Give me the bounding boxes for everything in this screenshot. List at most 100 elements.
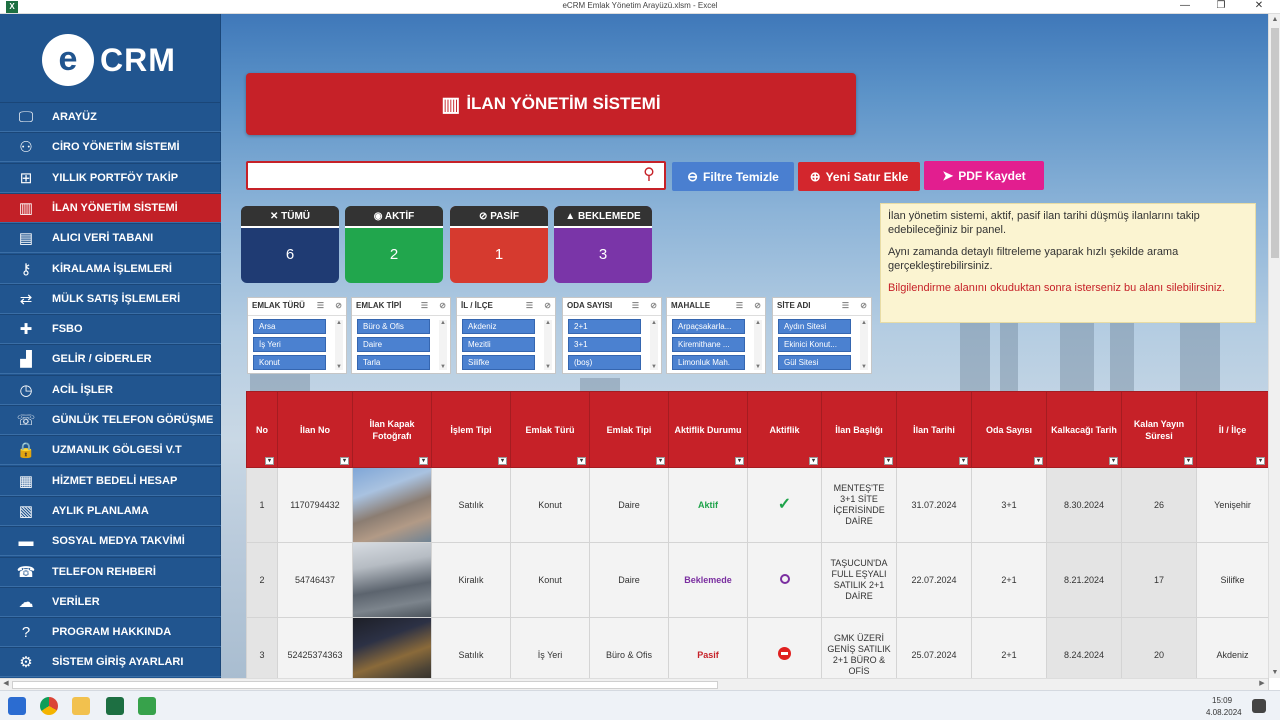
slicer-item[interactable]: Ekinici Konut... xyxy=(778,337,851,352)
clear-filter-icon[interactable]: ⊘ xyxy=(650,301,657,310)
filter-dropdown-icon[interactable]: ▾ xyxy=(884,457,893,465)
sidebar-item-12[interactable]: 🔒 UZMANLIK GÖLGESİ V.T xyxy=(0,435,221,466)
scroll-down-icon[interactable]: ▼ xyxy=(860,364,868,370)
multi-select-icon[interactable]: ☰ xyxy=(632,301,639,310)
cell-photo[interactable] xyxy=(352,542,432,618)
slicer-item[interactable]: Mezitli xyxy=(462,337,535,352)
scroll-down-icon[interactable]: ▼ xyxy=(1269,669,1280,676)
notification-icon[interactable] xyxy=(1252,699,1266,713)
slicer-scrollbar[interactable]: ▲ ▼ xyxy=(544,320,552,370)
cell-emlak-tipi[interactable]: Daire xyxy=(589,542,669,618)
sidebar-item-17[interactable]: ☁ VERİLER xyxy=(0,586,221,617)
sidebar-item-19[interactable]: ⚙ SİSTEM GİRİŞ AYARLARI xyxy=(0,647,221,678)
cell-emlak-turu[interactable]: Konut xyxy=(510,467,590,543)
cell-photo[interactable] xyxy=(352,467,432,543)
multi-select-icon[interactable]: ☰ xyxy=(526,301,533,310)
slicer-item[interactable]: İş Yeri xyxy=(253,337,326,352)
filter-dropdown-icon[interactable]: ▾ xyxy=(1256,457,1265,465)
multi-select-icon[interactable]: ☰ xyxy=(317,301,324,310)
save-pdf-button[interactable]: ➤ PDF Kaydet xyxy=(924,161,1044,190)
slicer-4[interactable]: ODA SAYISI ☰ ⊘ 2+1 3+1 (boş) ▲ ▼ xyxy=(562,297,662,374)
filter-dropdown-icon[interactable]: ▾ xyxy=(340,457,349,465)
slicer-item[interactable]: Arsa xyxy=(253,319,326,334)
filter-dropdown-icon[interactable]: ▾ xyxy=(265,457,274,465)
slicer-3[interactable]: İL / İLÇE ☰ ⊘ Akdeniz Mezitli Silifke ▲ ▼ xyxy=(456,297,556,374)
clear-filter-button[interactable]: ⊖ Filtre Temizle xyxy=(672,162,794,191)
slicer-scrollbar[interactable]: ▲ ▼ xyxy=(754,320,762,370)
slicer-6[interactable]: SİTE ADI ☰ ⊘ Aydın Sitesi Ekinici Konut... Gü… xyxy=(772,297,872,374)
slicer-item[interactable]: Tarla xyxy=(357,355,430,370)
status-card-2[interactable]: ◉ AKTİF 2 xyxy=(345,206,443,283)
add-row-button[interactable]: ⊕ Yeni Satır Ekle xyxy=(798,162,920,191)
cell-ilan-tarihi[interactable]: 22.07.2024 xyxy=(896,542,972,618)
cell-kalan-sure[interactable]: 17 xyxy=(1121,542,1197,618)
chrome-icon[interactable] xyxy=(40,697,58,715)
filter-dropdown-icon[interactable]: ▾ xyxy=(1034,457,1043,465)
search-box[interactable]: ⚲ xyxy=(246,161,666,190)
scroll-up-icon[interactable]: ▲ xyxy=(335,320,343,326)
scroll-down-icon[interactable]: ▼ xyxy=(544,364,552,370)
scroll-up-icon[interactable]: ▲ xyxy=(860,320,868,326)
cell-aktiflik-durumu[interactable]: Aktif xyxy=(668,467,748,543)
slicer-5[interactable]: MAHALLE ☰ ⊘ Arpaçsakarla... Kiremithane ... L… xyxy=(666,297,766,374)
table-row[interactable]: 1 1170794432 Satılık Konut Daire Aktif ✓ MENTEŞ… xyxy=(246,467,1269,543)
filter-dropdown-icon[interactable]: ▾ xyxy=(498,457,507,465)
clock-time[interactable]: 15:09 xyxy=(1212,696,1232,705)
clear-filter-icon[interactable]: ⊘ xyxy=(439,301,446,310)
clear-filter-icon[interactable]: ⊘ xyxy=(544,301,551,310)
slicer-item[interactable]: Kiremithane ... xyxy=(672,337,745,352)
scroll-down-icon[interactable]: ▼ xyxy=(650,364,658,370)
table-row[interactable]: 2 54746437 Kiralık Konut Daire Beklemede TAŞUC… xyxy=(246,542,1269,618)
scroll-down-icon[interactable]: ▼ xyxy=(335,364,343,370)
clear-filter-icon[interactable]: ⊘ xyxy=(860,301,867,310)
slicer-item[interactable]: Silifke xyxy=(462,355,535,370)
excel-taskbar-icon[interactable] xyxy=(106,697,124,715)
slicer-1[interactable]: EMLAK TÜRÜ ☰ ⊘ Arsa İş Yeri Konut ▲ ▼ xyxy=(247,297,347,374)
restore-button[interactable]: ❐ xyxy=(1208,0,1234,11)
scroll-up-icon[interactable]: ▲ xyxy=(650,320,658,326)
cell-emlak-tipi[interactable]: Daire xyxy=(589,467,669,543)
cell-no[interactable]: 1 xyxy=(246,467,278,543)
scroll-up-icon[interactable]: ▲ xyxy=(439,320,447,326)
slicer-item[interactable]: Gül Sitesi xyxy=(778,355,851,370)
filter-dropdown-icon[interactable]: ▾ xyxy=(1109,457,1118,465)
sidebar-item-9[interactable]: ▟ GELİR / GİDERLER xyxy=(0,344,221,375)
scroll-down-icon[interactable]: ▼ xyxy=(439,364,447,370)
sidebar-item-7[interactable]: ⇄ MÜLK SATIŞ İŞLEMLERİ xyxy=(0,283,221,314)
sidebar-item-16[interactable]: ☎ TELEFON REHBERİ xyxy=(0,556,221,587)
clear-filter-icon[interactable]: ⊘ xyxy=(335,301,342,310)
sidebar-item-5[interactable]: ▤ ALICI VERİ TABANI xyxy=(0,223,221,254)
filter-dropdown-icon[interactable]: ▾ xyxy=(1184,457,1193,465)
slicer-scrollbar[interactable]: ▲ ▼ xyxy=(335,320,343,370)
multi-select-icon[interactable]: ☰ xyxy=(421,301,428,310)
filter-dropdown-icon[interactable]: ▾ xyxy=(656,457,665,465)
cell-aktiflik[interactable]: ✓ xyxy=(747,467,822,543)
scroll-up-icon[interactable]: ▲ xyxy=(754,320,762,326)
scroll-right-icon[interactable]: ▶ xyxy=(1256,679,1268,687)
scroll-up-icon[interactable]: ▲ xyxy=(1269,16,1280,23)
status-card-3[interactable]: ⊘ PASİF 1 xyxy=(450,206,548,283)
cell-emlak-turu[interactable]: Konut xyxy=(510,542,590,618)
slicer-item[interactable]: (boş) xyxy=(568,355,641,370)
slicer-item[interactable]: Konut xyxy=(253,355,326,370)
horizontal-scrollbar[interactable]: ◀ ▶ xyxy=(0,678,1268,690)
cell-oda-sayisi[interactable]: 2+1 xyxy=(971,542,1047,618)
slicer-scrollbar[interactable]: ▲ ▼ xyxy=(439,320,447,370)
listing-photo[interactable] xyxy=(353,543,431,617)
sidebar-item-15[interactable]: ▬ SOSYAL MEDYA TAKVİMİ xyxy=(0,526,221,557)
clear-filter-icon[interactable]: ⊘ xyxy=(754,301,761,310)
cell-no[interactable]: 2 xyxy=(246,542,278,618)
cell-aktiflik-durumu[interactable]: Beklemede xyxy=(668,542,748,618)
listing-photo[interactable] xyxy=(353,468,431,542)
sidebar-item-1[interactable]: 🖵 ARAYÜZ xyxy=(0,102,221,132)
scroll-up-icon[interactable]: ▲ xyxy=(544,320,552,326)
scroll-down-icon[interactable]: ▼ xyxy=(754,364,762,370)
cell-kalan-sure[interactable]: 26 xyxy=(1121,467,1197,543)
cell-aktiflik[interactable] xyxy=(747,542,822,618)
sidebar-item-14[interactable]: ▧ AYLIK PLANLAMA xyxy=(0,495,221,526)
scroll-left-icon[interactable]: ◀ xyxy=(0,679,12,687)
multi-select-icon[interactable]: ☰ xyxy=(842,301,849,310)
slicer-item[interactable]: 3+1 xyxy=(568,337,641,352)
status-card-4[interactable]: ▲ BEKLEMEDE 3 xyxy=(554,206,652,283)
slicer-item[interactable]: Arpaçsakarla... xyxy=(672,319,745,334)
